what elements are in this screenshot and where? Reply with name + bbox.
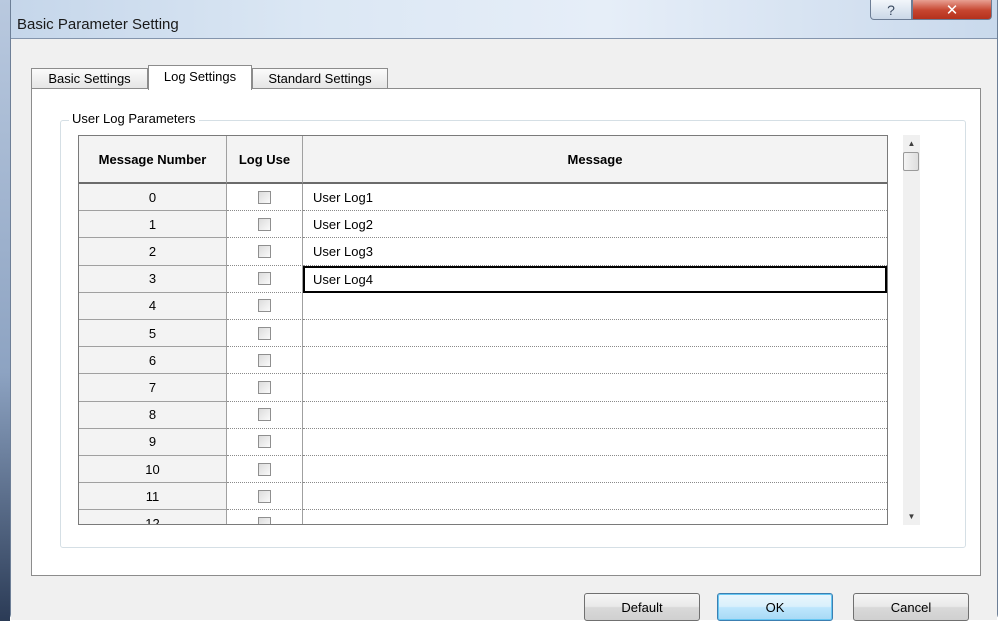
- title-bar: Basic Parameter Setting ? ✕: [11, 0, 997, 38]
- vertical-scrollbar[interactable]: ▲ ▼: [903, 135, 920, 525]
- table-row[interactable]: 1 User Log2: [79, 211, 887, 239]
- background-window-edge: [0, 0, 10, 621]
- table-row[interactable]: 6: [79, 347, 887, 375]
- help-button[interactable]: ?: [870, 0, 912, 20]
- log-use-checkbox[interactable]: [258, 408, 271, 422]
- header-message-number[interactable]: Message Number: [79, 136, 227, 184]
- user-log-grid: Message Number Log Use Message 0 User Log…: [78, 135, 888, 525]
- row-message-number[interactable]: 2: [79, 238, 227, 266]
- log-use-checkbox[interactable]: [258, 489, 271, 503]
- table-row[interactable]: 7: [79, 374, 887, 402]
- row-log-use-cell: [227, 374, 303, 402]
- row-message-number[interactable]: 10: [79, 456, 227, 484]
- cancel-button[interactable]: Cancel: [853, 593, 969, 621]
- row-log-use-cell: [227, 483, 303, 511]
- log-use-checkbox[interactable]: [258, 272, 271, 286]
- table-row[interactable]: 9: [79, 428, 887, 456]
- row-message-number[interactable]: 6: [79, 347, 227, 375]
- row-log-use-cell: [227, 184, 303, 212]
- row-message-number[interactable]: 5: [79, 320, 227, 348]
- row-message-number[interactable]: 0: [79, 184, 227, 212]
- row-message-number[interactable]: 9: [79, 428, 227, 456]
- log-use-checkbox[interactable]: [258, 326, 271, 340]
- row-log-use-cell: [227, 238, 303, 266]
- row-message-number[interactable]: 8: [79, 401, 227, 429]
- row-message-field[interactable]: User Log1: [303, 184, 887, 212]
- row-message-number[interactable]: 1: [79, 211, 227, 239]
- table-row[interactable]: 8: [79, 401, 887, 429]
- help-icon: ?: [887, 1, 895, 18]
- row-message-field[interactable]: [303, 347, 887, 375]
- row-message-field[interactable]: [303, 510, 887, 524]
- row-message-field[interactable]: [303, 483, 887, 511]
- table-row[interactable]: 4: [79, 292, 887, 320]
- tab-log-settings[interactable]: Log Settings: [148, 65, 252, 90]
- table-row[interactable]: 2 User Log3: [79, 238, 887, 266]
- log-use-checkbox[interactable]: [258, 380, 271, 394]
- log-use-checkbox[interactable]: [258, 516, 271, 524]
- row-message-field[interactable]: User Log3: [303, 238, 887, 266]
- row-message-number[interactable]: 7: [79, 374, 227, 402]
- row-log-use-cell: [227, 265, 303, 293]
- log-settings-panel: User Log Parameters Message Number Log U…: [31, 88, 981, 576]
- table-row[interactable]: 0 User Log1: [79, 184, 887, 212]
- row-log-use-cell: [227, 401, 303, 429]
- row-message-field[interactable]: [303, 374, 887, 402]
- scroll-up-icon[interactable]: ▲: [903, 135, 920, 152]
- scrollbar-thumb[interactable]: [903, 152, 919, 171]
- row-log-use-cell: [227, 428, 303, 456]
- row-log-use-cell: [227, 292, 303, 320]
- scroll-down-icon[interactable]: ▼: [903, 508, 920, 525]
- row-log-use-cell: [227, 510, 303, 524]
- row-message-field[interactable]: [303, 456, 887, 484]
- row-log-use-cell: [227, 456, 303, 484]
- default-button[interactable]: Default: [584, 593, 700, 621]
- table-row[interactable]: 11: [79, 483, 887, 511]
- user-log-parameters-group: User Log Parameters Message Number Log U…: [60, 111, 966, 548]
- close-icon: ✕: [945, 1, 959, 19]
- log-use-checkbox[interactable]: [258, 299, 271, 313]
- row-message-number[interactable]: 3: [79, 265, 227, 293]
- row-log-use-cell: [227, 320, 303, 348]
- log-use-checkbox[interactable]: [258, 353, 271, 367]
- log-use-checkbox[interactable]: [258, 462, 271, 476]
- row-message-field[interactable]: [303, 429, 887, 456]
- row-message-number[interactable]: 11: [79, 483, 227, 511]
- row-message-field[interactable]: [303, 320, 887, 348]
- dialog-window: Basic Parameter Setting ? ✕ Basic Settin…: [10, 0, 998, 621]
- window-title: Basic Parameter Setting: [17, 16, 179, 33]
- dialog-client-area: Basic Settings Log Settings Standard Set…: [11, 38, 997, 621]
- tab-standard-settings[interactable]: Standard Settings: [252, 68, 388, 89]
- header-log-use[interactable]: Log Use: [227, 136, 303, 184]
- row-log-use-cell: [227, 347, 303, 375]
- row-message-number[interactable]: 12: [79, 510, 227, 524]
- table-row[interactable]: 10: [79, 456, 887, 484]
- row-message-number[interactable]: 4: [79, 292, 227, 320]
- group-label: User Log Parameters: [69, 111, 199, 126]
- log-use-checkbox[interactable]: [258, 244, 271, 258]
- ok-button[interactable]: OK: [717, 593, 833, 621]
- row-message-field[interactable]: [303, 402, 887, 429]
- row-message-field[interactable]: User Log4: [303, 265, 887, 293]
- tab-basic-settings[interactable]: Basic Settings: [31, 68, 148, 89]
- log-use-checkbox[interactable]: [258, 217, 271, 231]
- row-message-field[interactable]: [303, 293, 887, 320]
- close-button[interactable]: ✕: [912, 0, 992, 20]
- table-row[interactable]: 3 User Log4: [79, 265, 887, 293]
- table-row[interactable]: 12: [79, 510, 887, 524]
- table-row[interactable]: 5: [79, 320, 887, 348]
- log-use-checkbox[interactable]: [258, 190, 271, 204]
- log-use-checkbox[interactable]: [258, 435, 271, 449]
- row-message-field[interactable]: User Log2: [303, 211, 887, 239]
- row-log-use-cell: [227, 211, 303, 239]
- header-message[interactable]: Message: [303, 136, 887, 184]
